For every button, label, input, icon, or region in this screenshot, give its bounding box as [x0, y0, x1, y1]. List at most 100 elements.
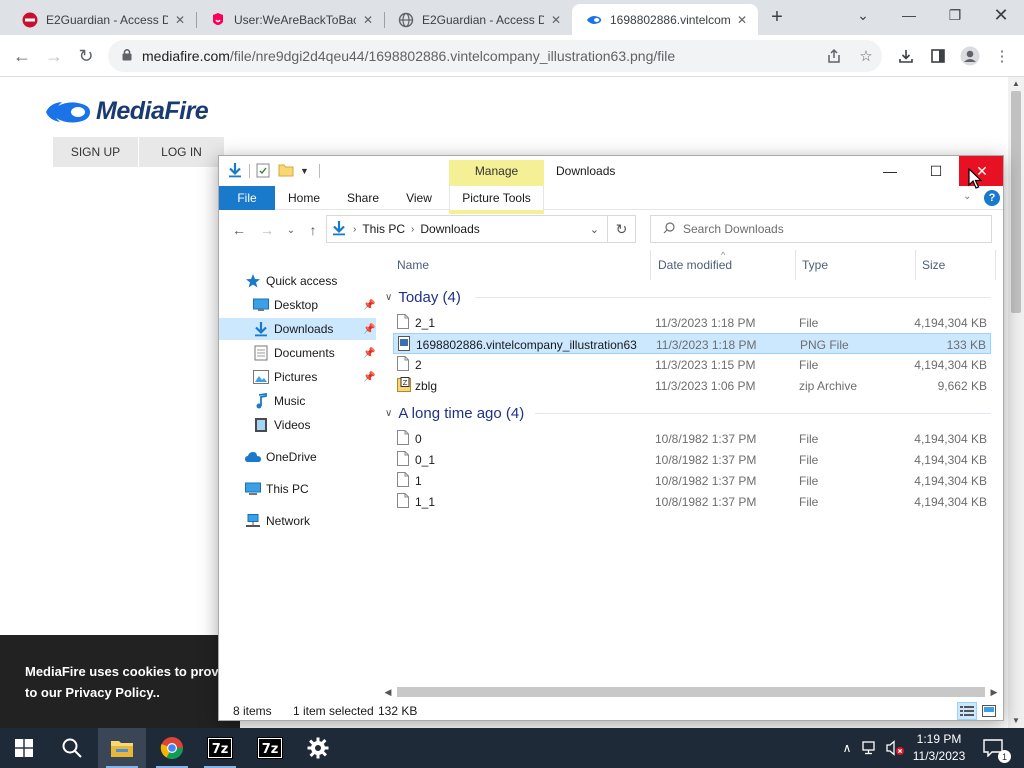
explorer-maximize-icon[interactable]: ☐	[913, 156, 959, 186]
mediafire-logo[interactable]: MediaFire	[44, 97, 209, 126]
chrome-menu-icon[interactable]: ⋮	[990, 44, 1014, 68]
file-list-horizontal-scrollbar[interactable]: ◀ ▶	[381, 683, 1003, 700]
browser-tab-3[interactable]: E2Guardian - Access De ✕	[384, 4, 572, 35]
browser-tab-1[interactable]: E2Guardian - Access De ✕	[8, 4, 196, 35]
details-view-icon[interactable]	[957, 702, 977, 720]
nav-item-downloads[interactable]: Downloads 📌	[219, 318, 376, 340]
nav-item-documents[interactable]: Documents 📌	[219, 342, 376, 364]
nav-item-desktop[interactable]: Desktop 📌	[219, 294, 376, 316]
help-icon[interactable]: ?	[984, 190, 1000, 206]
nav-item-music[interactable]: Music	[219, 390, 376, 412]
side-panel-icon[interactable]	[926, 44, 950, 68]
nav-item-network[interactable]: Network	[219, 510, 376, 532]
ribbon-tab-file[interactable]: File	[219, 186, 275, 210]
ribbon-tab-view[interactable]: View	[399, 186, 439, 210]
7zip-taskbar-icon[interactable]: 7z	[196, 728, 244, 768]
qat-dropdown-icon[interactable]: ▼	[300, 166, 309, 176]
file-row[interactable]: 2 11/3/2023 1:15 PM File 4,194,304 KB	[393, 354, 991, 375]
system-clock[interactable]: 1:19 PM 11/3/2023	[900, 731, 978, 765]
nav-item-this-pc[interactable]: This PC	[219, 478, 376, 500]
status-selection-size: 132 KB	[378, 704, 418, 718]
explorer-back-arrow-icon[interactable]: ←	[229, 221, 249, 239]
profile-avatar-icon[interactable]	[958, 44, 982, 68]
scroll-right-arrow-icon[interactable]: ▶	[987, 685, 1001, 699]
up-arrow-icon[interactable]: ↑	[303, 221, 323, 239]
column-header-date-modified[interactable]: Date modified	[652, 250, 796, 280]
explorer-address-row: ← → ⌄ ↑ › This PC › Downloads ⌄ ↻	[219, 214, 1003, 246]
horizontal-scrollbar-thumb[interactable]	[397, 687, 985, 697]
browser-tab-4-active[interactable]: 1698802886.vintelcom ✕	[572, 4, 758, 35]
file-row[interactable]: Z zblg 11/3/2023 1:06 PM zip Archive 9,6…	[393, 375, 991, 396]
forward-arrow-icon[interactable]: →	[40, 42, 68, 70]
file-row[interactable]: 0_1 10/8/1982 1:37 PM File 4,194,304 KB	[393, 449, 991, 470]
recent-locations-chevron-icon[interactable]: ⌄	[281, 221, 301, 239]
back-arrow-icon[interactable]: ←	[8, 42, 36, 70]
start-windows-icon[interactable]	[0, 728, 48, 768]
scroll-down-arrow-icon[interactable]: ▼	[1008, 714, 1024, 726]
file-row[interactable]: 2_1 11/3/2023 1:18 PM File 4,194,304 KB	[393, 312, 991, 333]
close-tab-icon[interactable]: ✕	[360, 12, 376, 28]
explorer-forward-arrow-icon[interactable]: →	[257, 221, 277, 239]
ribbon-tab-share[interactable]: Share	[341, 186, 385, 210]
explorer-title-bar[interactable]: ▼ Manage Downloads — ☐ ✕	[219, 156, 1003, 214]
nav-item-quick-access[interactable]: Quick access	[219, 270, 376, 292]
bookmark-star-icon[interactable]: ☆	[854, 44, 878, 68]
column-header-type[interactable]: Type	[796, 250, 916, 280]
pin-icon[interactable]: 📌	[363, 372, 375, 383]
breadcrumb-this-pc[interactable]: This PC	[362, 222, 405, 236]
large-icons-view-icon[interactable]	[979, 702, 999, 720]
nav-item-videos[interactable]: Videos	[219, 414, 376, 436]
file-row[interactable]: 1_1 10/8/1982 1:37 PM File 4,194,304 KB	[393, 491, 991, 512]
refresh-icon[interactable]: ↻	[608, 215, 636, 243]
pin-icon[interactable]: 📌	[363, 324, 375, 335]
log-in-button[interactable]: LOG IN	[139, 137, 224, 167]
7zip-second-taskbar-icon[interactable]: 7z	[246, 728, 294, 768]
ribbon-tab-home[interactable]: Home	[283, 186, 325, 210]
page-scrollbar[interactable]: ▲ ▼	[1008, 77, 1024, 728]
scroll-up-arrow-icon[interactable]: ▲	[1008, 77, 1024, 89]
expand-ribbon-chevron-icon[interactable]: ⌄	[963, 191, 971, 202]
explorer-minimize-icon[interactable]: —	[867, 156, 913, 186]
pin-icon[interactable]: 📌	[363, 348, 375, 359]
chrome-taskbar-icon[interactable]	[148, 728, 196, 768]
new-folder-icon[interactable]	[278, 163, 294, 180]
sign-up-button[interactable]: SIGN UP	[53, 137, 138, 167]
reload-icon[interactable]: ↻	[72, 42, 100, 70]
nav-item-onedrive[interactable]: OneDrive	[219, 446, 376, 468]
nav-item-pictures[interactable]: Pictures 📌	[219, 366, 376, 388]
show-hidden-icons-chevron-icon[interactable]: ∧	[838, 728, 856, 768]
file-row-selected[interactable]: 1698802886.vintelcompany_illustration63 …	[393, 333, 991, 354]
search-icon[interactable]	[48, 728, 96, 768]
scrollbar-thumb[interactable]	[1011, 91, 1021, 313]
close-window-icon[interactable]: ✕	[978, 0, 1024, 30]
group-header-long-time-ago[interactable]: ∨ A long time ago (4)	[385, 402, 991, 424]
address-bar[interactable]: mediafire.com/file/nre9dgi2d4qeu44/16988…	[108, 40, 882, 72]
group-header-today[interactable]: ∨ Today (4)	[385, 286, 991, 308]
column-header-name[interactable]: Name	[391, 250, 651, 280]
download-icon[interactable]	[894, 44, 918, 68]
ribbon-tab-picture-tools[interactable]: Picture Tools	[449, 186, 544, 210]
close-tab-icon[interactable]: ✕	[548, 12, 564, 28]
properties-icon[interactable]	[256, 162, 270, 181]
file-row[interactable]: 0 10/8/1982 1:37 PM File 4,194,304 KB	[393, 428, 991, 449]
address-dropdown-icon[interactable]: ⌄	[590, 223, 599, 236]
tab-search-chevron-icon[interactable]: ⌄	[840, 0, 886, 30]
column-header-size[interactable]: Size	[916, 250, 996, 280]
close-tab-icon[interactable]: ✕	[172, 12, 188, 28]
settings-gear-icon[interactable]	[294, 728, 342, 768]
file-explorer-taskbar-icon[interactable]	[98, 728, 146, 768]
share-icon[interactable]	[822, 44, 846, 68]
file-row[interactable]: 1 10/8/1982 1:37 PM File 4,194,304 KB	[393, 470, 991, 491]
breadcrumb-downloads[interactable]: Downloads	[420, 222, 479, 236]
new-tab-icon[interactable]: +	[766, 6, 788, 28]
close-tab-icon[interactable]: ✕	[734, 12, 750, 28]
restore-window-icon[interactable]: ❐	[932, 0, 978, 30]
search-input[interactable]	[683, 222, 973, 236]
browser-tab-2[interactable]: User:WeAreBackToBack ✕	[196, 4, 384, 35]
pin-icon[interactable]: 📌	[363, 300, 375, 311]
scroll-left-arrow-icon[interactable]: ◀	[381, 685, 395, 699]
minimize-window-icon[interactable]: —	[886, 0, 932, 30]
explorer-address-box[interactable]: › This PC › Downloads ⌄	[326, 215, 608, 243]
search-downloads-box[interactable]	[650, 215, 992, 243]
network-status-icon[interactable]	[860, 728, 882, 768]
